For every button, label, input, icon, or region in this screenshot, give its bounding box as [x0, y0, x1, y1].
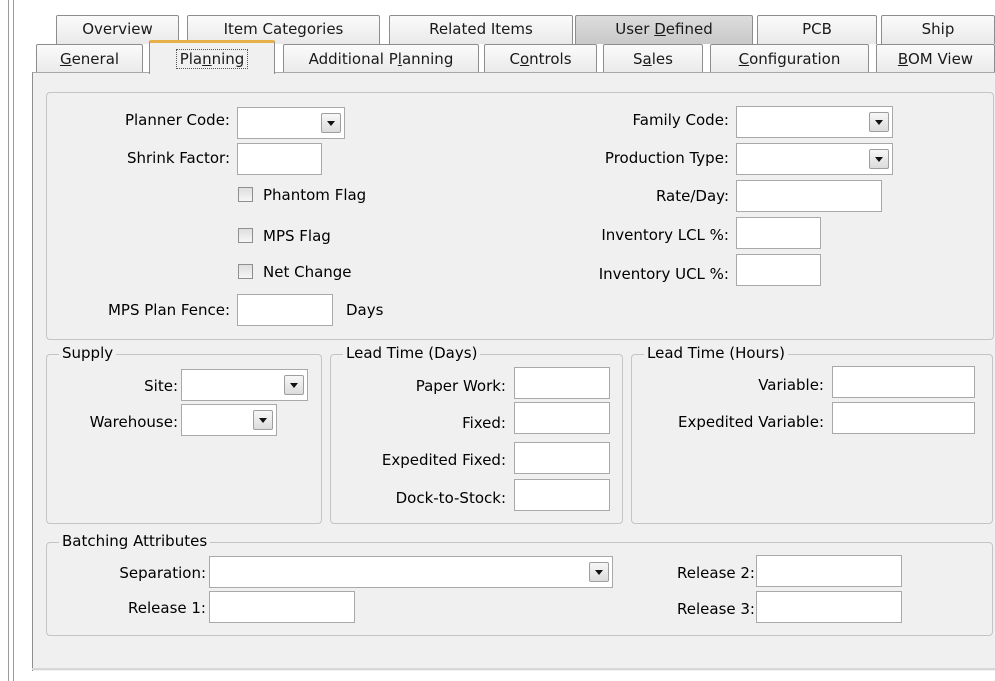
shrink-factor-input[interactable]	[237, 143, 322, 175]
warehouse-label: Warehouse:	[89, 413, 178, 431]
release-3-label: Release 3:	[677, 600, 755, 618]
lead-time-hours-title: Lead Time (Hours)	[644, 345, 788, 361]
expedited-fixed-label: Expedited Fixed:	[381, 451, 506, 469]
mps-flag-checkbox[interactable]	[238, 228, 253, 243]
phantom-flag-checkbox[interactable]	[238, 187, 253, 202]
chevron-down-icon[interactable]	[284, 375, 304, 395]
panel-bottom-edge	[32, 668, 995, 670]
family-code-label: Family Code:	[632, 111, 730, 129]
tab-bom-view[interactable]: BOM View	[876, 44, 995, 74]
shrink-factor-label: Shrink Factor:	[126, 149, 230, 167]
inventory-lcl-label: Inventory LCL %:	[601, 226, 729, 244]
tab-planning[interactable]: Planning	[149, 40, 275, 74]
mps-plan-fence-label: MPS Plan Fence:	[107, 301, 230, 319]
fixed-input[interactable]	[514, 402, 610, 434]
mps-plan-fence-input[interactable]	[237, 294, 333, 326]
tab-pcb[interactable]: PCB	[757, 15, 877, 44]
mps-flag-label: MPS Flag	[263, 227, 331, 245]
release-3-input[interactable]	[756, 591, 902, 623]
chevron-down-icon[interactable]	[869, 112, 889, 132]
chevron-down-icon[interactable]	[253, 410, 273, 430]
net-change-label: Net Change	[263, 263, 352, 281]
release-1-input[interactable]	[209, 591, 355, 623]
planner-code-label: Planner Code:	[124, 111, 230, 129]
tab-bom-view-label: BOM View	[897, 50, 974, 68]
production-type-label: Production Type:	[604, 149, 729, 167]
release-1-label: Release 1:	[128, 599, 206, 617]
expedited-variable-input[interactable]	[832, 402, 975, 434]
tab-general[interactable]: General	[36, 44, 143, 74]
days-label: Days	[346, 301, 384, 319]
rate-day-label: Rate/Day:	[655, 187, 729, 205]
tab-controls[interactable]: Controls	[484, 44, 597, 74]
planner-code-select[interactable]	[237, 107, 345, 139]
rate-day-input[interactable]	[736, 180, 882, 212]
tab-general-label: General	[59, 50, 120, 68]
paper-work-label: Paper Work:	[415, 377, 506, 395]
phantom-flag-label: Phantom Flag	[263, 186, 367, 204]
supply-title: Supply	[59, 345, 117, 361]
lead-time-days-title: Lead Time (Days)	[343, 345, 481, 361]
release-2-label: Release 2:	[677, 564, 755, 582]
family-code-select[interactable]	[736, 106, 893, 138]
dock-to-stock-input[interactable]	[514, 479, 610, 511]
site-label: Site:	[144, 377, 178, 395]
chevron-down-icon[interactable]	[869, 149, 889, 169]
tab-controls-label: Controls	[509, 50, 572, 68]
paper-work-input[interactable]	[514, 367, 610, 399]
separation-label: Separation:	[119, 564, 206, 582]
variable-label: Variable:	[758, 376, 824, 394]
tab-configuration-label: Configuration	[738, 50, 841, 68]
production-type-select[interactable]	[736, 143, 893, 175]
expedited-fixed-input[interactable]	[514, 442, 610, 474]
chevron-down-icon[interactable]	[321, 113, 341, 133]
tab-configuration[interactable]: Configuration	[710, 44, 869, 74]
tab-sales-label: Sales	[633, 50, 673, 68]
tab-user-defined[interactable]: User Defined	[575, 15, 753, 44]
tab-planning-label: Planning	[175, 49, 249, 69]
inventory-lcl-input[interactable]	[736, 217, 821, 249]
inventory-ucl-input[interactable]	[736, 254, 821, 286]
warehouse-select[interactable]	[181, 404, 277, 436]
fixed-label: Fixed:	[462, 414, 506, 432]
tab-additional-planning-label: Additional Planning	[308, 50, 454, 68]
separation-select[interactable]	[209, 556, 613, 588]
batching-attributes-title: Batching Attributes	[59, 533, 211, 549]
tab-additional-planning[interactable]: Additional Planning	[283, 44, 479, 74]
window-edge-left-inner	[13, 0, 14, 681]
tab-user-defined-label: User Defined	[615, 20, 713, 38]
window-edge-left	[8, 0, 9, 681]
release-2-input[interactable]	[756, 555, 902, 587]
net-change-checkbox[interactable]	[238, 264, 253, 279]
tab-ship[interactable]: Ship	[881, 15, 995, 44]
expedited-variable-label: Expedited Variable:	[678, 413, 824, 431]
tab-related-items[interactable]: Related Items	[389, 15, 573, 44]
site-select[interactable]	[181, 369, 308, 401]
planning-panel: Planner Code: Shrink Factor: Phantom Fla…	[32, 72, 995, 671]
chevron-down-icon[interactable]	[589, 562, 609, 582]
tab-sales[interactable]: Sales	[603, 44, 703, 74]
dock-to-stock-label: Dock-to-Stock:	[395, 489, 506, 507]
variable-input[interactable]	[832, 366, 975, 398]
inventory-ucl-label: Inventory UCL %:	[598, 265, 729, 283]
